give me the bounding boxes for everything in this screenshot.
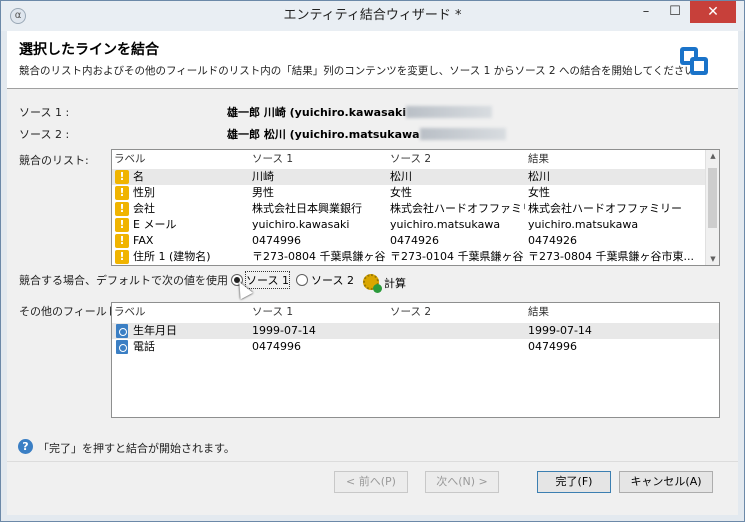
hint-text: 「完了」を押すと結合が開始されます。 [38, 442, 235, 455]
plus-badge [373, 284, 382, 293]
help-icon[interactable]: ? [18, 439, 33, 454]
scroll-down-icon[interactable]: ▼ [706, 255, 719, 263]
field-icon [116, 340, 128, 354]
row-result[interactable]: 1999-07-14 [528, 323, 703, 339]
row-label: 性別 [133, 186, 155, 199]
table-row[interactable]: 電話 0474996 0474996 [112, 339, 719, 355]
gear-compute-icon[interactable] [363, 274, 382, 293]
minimize-button[interactable]: – [632, 1, 660, 23]
row-source2: 松川 [390, 170, 412, 183]
row-result[interactable]: 〒273-0804 千葉県鎌ヶ谷市東... [528, 249, 703, 265]
source2-label: ソース 2 : [19, 128, 70, 141]
title-bar: α エンティティ結合ウィザード * – ☐ ✕ [1, 1, 744, 31]
page-description: 競合のリスト内およびその他のフィールドのリスト内の「結果」列のコンテンツを変更し… [19, 65, 706, 77]
table-row[interactable]: 生年月日 1999-07-14 1999-07-14 [112, 323, 719, 339]
wizard-window: α エンティティ結合ウィザード * – ☐ ✕ 選択したラインを結合 競合のリス… [0, 0, 745, 522]
row-source2 [390, 339, 525, 355]
maximize-button[interactable]: ☐ [661, 1, 689, 23]
source1-value: 雄一郎 川崎 (yuichiro.kawasaki [227, 104, 493, 120]
vertical-scrollbar[interactable]: ▲ ▼ [705, 150, 719, 265]
row-source2: 0474926 [390, 234, 439, 247]
row-label: 電話 [133, 340, 155, 353]
row-label: E メール [133, 218, 177, 231]
table-row[interactable]: ! FAX 0474996 0474926 0474926 [112, 233, 719, 249]
redacted-mark [406, 106, 493, 118]
col-header-result[interactable]: 結果 [528, 150, 549, 168]
button-bar: < 前へ(P) 次へ(N) > 完了(F) キャンセル(A) [7, 461, 738, 515]
row-result[interactable]: 0474996 [528, 339, 703, 355]
col-header-label[interactable]: ラベル [114, 150, 146, 168]
source2-radio[interactable] [296, 274, 308, 286]
row-source2: yuichiro.matsukawa [390, 218, 501, 231]
row-source1: 1999-07-14 [252, 324, 316, 337]
source1-label: ソース 1 : [19, 106, 70, 119]
row-source2: 〒273-0104 千葉県鎌ヶ谷 [390, 250, 524, 263]
scroll-up-icon[interactable]: ▲ [706, 152, 719, 160]
source1-text: 雄一郎 川崎 (yuichiro.kawasaki [227, 106, 407, 119]
row-label: 会社 [133, 202, 155, 215]
row-source1: 0474996 [252, 234, 301, 247]
field-icon [116, 324, 128, 338]
conflicts-label: 競合のリスト: [19, 154, 89, 167]
row-source2: 女性 [390, 186, 412, 199]
row-result[interactable]: 0474926 [528, 233, 703, 249]
row-source1: yuichiro.kawasaki [252, 218, 350, 231]
close-button[interactable]: ✕ [690, 1, 736, 23]
warning-icon: ! [115, 234, 129, 248]
page-title: 選択したラインを結合 [19, 42, 159, 58]
source1-radio-label[interactable]: ソース 1 [245, 271, 290, 289]
source2-radio-label[interactable]: ソース 2 [311, 272, 354, 288]
col-header-result[interactable]: 結果 [528, 303, 549, 321]
row-label: 名 [133, 170, 144, 183]
cancel-button[interactable]: キャンセル(A) [619, 471, 713, 493]
table-row[interactable]: ! 名 川崎 松川 松川 [112, 169, 719, 185]
row-source1: 〒273-0804 千葉県鎌ヶ谷 [252, 250, 386, 263]
col-header-source2[interactable]: ソース 2 [390, 303, 431, 321]
conflicts-list[interactable]: ラベル ソース 1 ソース 2 結果 ! 名 川崎 松川 松川 ! 性別 男性 … [111, 149, 720, 266]
table-row[interactable]: ! E メール yuichiro.kawasaki yuichiro.matsu… [112, 217, 719, 233]
row-label: FAX [133, 234, 154, 247]
scroll-thumb[interactable] [708, 168, 717, 228]
row-source2: 株式会社ハードオフファミリー [390, 202, 525, 215]
row-label: 住所 1 (建物名) [133, 250, 211, 263]
redacted-mark [419, 128, 506, 140]
row-source1: 0474996 [252, 340, 301, 353]
row-label: 生年月日 [133, 324, 177, 337]
row-result[interactable]: 株式会社ハードオフファミリー [528, 201, 703, 217]
row-result[interactable]: 女性 [528, 185, 703, 201]
row-source1: 川崎 [252, 170, 274, 183]
table-row[interactable]: ! 住所 1 (建物名) 〒273-0804 千葉県鎌ヶ谷 〒273-0104 … [112, 249, 719, 265]
col-header-source2[interactable]: ソース 2 [390, 150, 431, 168]
table-row[interactable]: ! 性別 男性 女性 女性 [112, 185, 719, 201]
default-choice-label: 競合する場合、デフォルトで次の値を使用 : [19, 274, 236, 287]
source2-text: 雄一郎 松川 (yuichiro.matsukawa [227, 128, 420, 141]
row-source1: 株式会社日本興業銀行 [252, 202, 362, 215]
col-header-source1[interactable]: ソース 1 [252, 150, 293, 168]
other-fields-label: その他のフィールド: [19, 305, 122, 318]
back-button[interactable]: < 前へ(P) [334, 471, 408, 493]
other-fields-list[interactable]: ラベル ソース 1 ソース 2 結果 生年月日 1999-07-14 1999-… [111, 302, 720, 418]
dialog-content: 選択したラインを結合 競合のリスト内およびその他のフィールドのリスト内の「結果」… [7, 31, 738, 515]
compute-button[interactable]: 計算 [384, 275, 406, 291]
warning-icon: ! [115, 250, 129, 264]
col-header-source1[interactable]: ソース 1 [252, 303, 293, 321]
row-result[interactable]: 松川 [528, 169, 703, 185]
wizard-header: 選択したラインを結合 競合のリスト内およびその他のフィールドのリスト内の「結果」… [7, 31, 738, 89]
next-button[interactable]: 次へ(N) > [425, 471, 499, 493]
col-header-label[interactable]: ラベル [114, 303, 146, 321]
table-row[interactable]: ! 会社 株式会社日本興業銀行 株式会社ハードオフファミリー 株式会社ハードオフ… [112, 201, 719, 217]
source2-value: 雄一郎 松川 (yuichiro.matsukawa [227, 126, 506, 142]
row-result[interactable]: yuichiro.matsukawa [528, 217, 703, 233]
warning-icon: ! [115, 202, 129, 216]
warning-icon: ! [115, 170, 129, 184]
finish-button[interactable]: 完了(F) [537, 471, 611, 493]
warning-icon: ! [115, 186, 129, 200]
row-source1: 男性 [252, 186, 274, 199]
warning-icon: ! [115, 218, 129, 232]
row-source2 [390, 323, 525, 339]
merge-icon [680, 47, 708, 75]
